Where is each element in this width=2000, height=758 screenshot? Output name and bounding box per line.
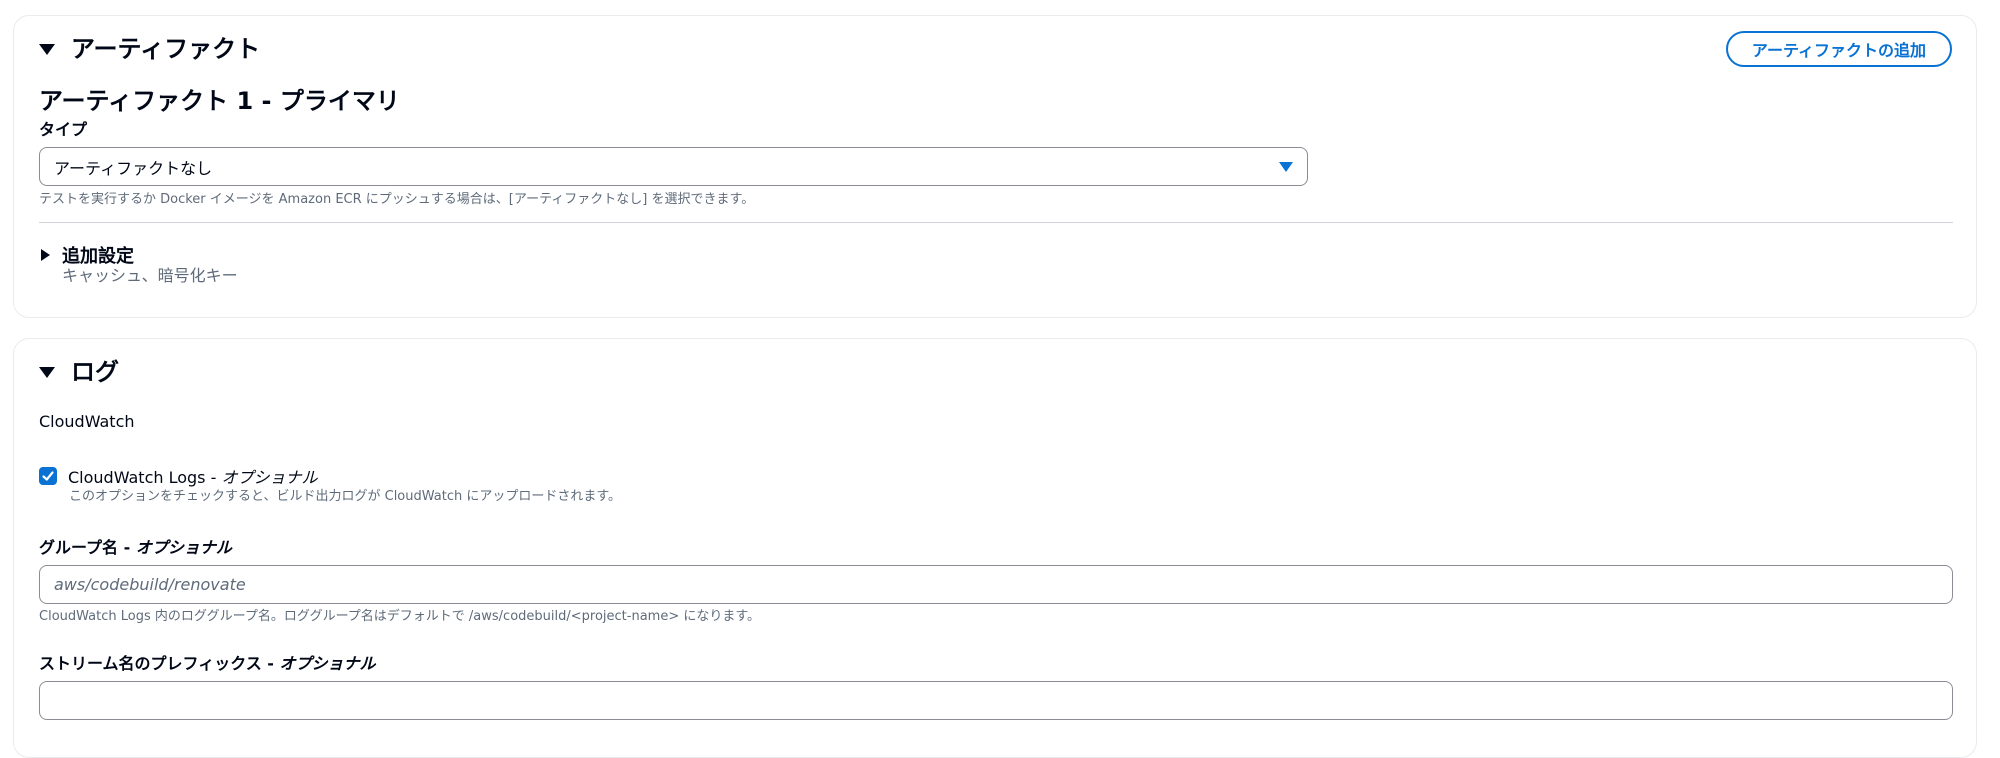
group-name-placeholder: aws/codebuild/renovate <box>54 575 246 594</box>
artifact-type-selected-value: アーティファクトなし <box>54 158 213 178</box>
cloudwatch-logs-description: このオプションをチェックすると、ビルド出力ログが CloudWatch にアップ… <box>69 489 622 504</box>
artifacts-panel: アーティファクト アーティファクトの追加 アーティファクト 1 - プライマリ … <box>13 15 1977 318</box>
artifacts-section-toggle[interactable]: アーティファクト <box>39 34 260 64</box>
select-caret-icon <box>1279 161 1293 172</box>
logs-section-toggle[interactable]: ログ <box>39 357 119 387</box>
logs-section-title: ログ <box>71 358 119 386</box>
logs-panel: ログ CloudWatch CloudWatch Logs - オプショナル こ… <box>13 338 1977 758</box>
stream-prefix-label: ストリーム名のプレフィックス - オプショナル <box>39 654 376 673</box>
caret-right-icon <box>41 249 50 261</box>
caret-down-icon <box>39 44 55 55</box>
group-name-input[interactable]: aws/codebuild/renovate <box>39 565 1953 604</box>
artifacts-section-title: アーティファクト <box>71 35 261 63</box>
group-name-description: CloudWatch Logs 内のロググループ名。ロググループ名はデフォルトで… <box>39 609 761 624</box>
type-label: タイプ <box>39 120 88 139</box>
additional-settings-title: 追加設定 <box>62 246 134 267</box>
caret-down-icon <box>39 367 55 378</box>
cloudwatch-logs-label: CloudWatch Logs - オプショナル <box>68 468 318 487</box>
additional-settings-subtitle: キャッシュ、暗号化キー <box>62 266 238 285</box>
cloudwatch-logs-option: CloudWatch Logs - オプショナル <box>39 464 317 488</box>
cloudwatch-logs-checkbox[interactable] <box>39 467 57 485</box>
stream-prefix-input[interactable] <box>39 681 1953 720</box>
group-name-label: グループ名 - オプショナル <box>39 538 232 557</box>
divider <box>39 222 1953 223</box>
checkmark-icon <box>42 471 54 481</box>
add-artifact-button[interactable]: アーティファクトの追加 <box>1725 31 1952 67</box>
additional-settings-expander[interactable]: 追加設定 <box>41 242 134 268</box>
cloudwatch-heading: CloudWatch <box>39 412 135 431</box>
artifact-type-description: テストを実行するか Docker イメージを Amazon ECR にプッシュす… <box>39 192 755 207</box>
artifact-type-select[interactable]: アーティファクトなし <box>39 147 1308 186</box>
artifact-primary-heading: アーティファクト 1 - プライマリ <box>39 87 400 115</box>
